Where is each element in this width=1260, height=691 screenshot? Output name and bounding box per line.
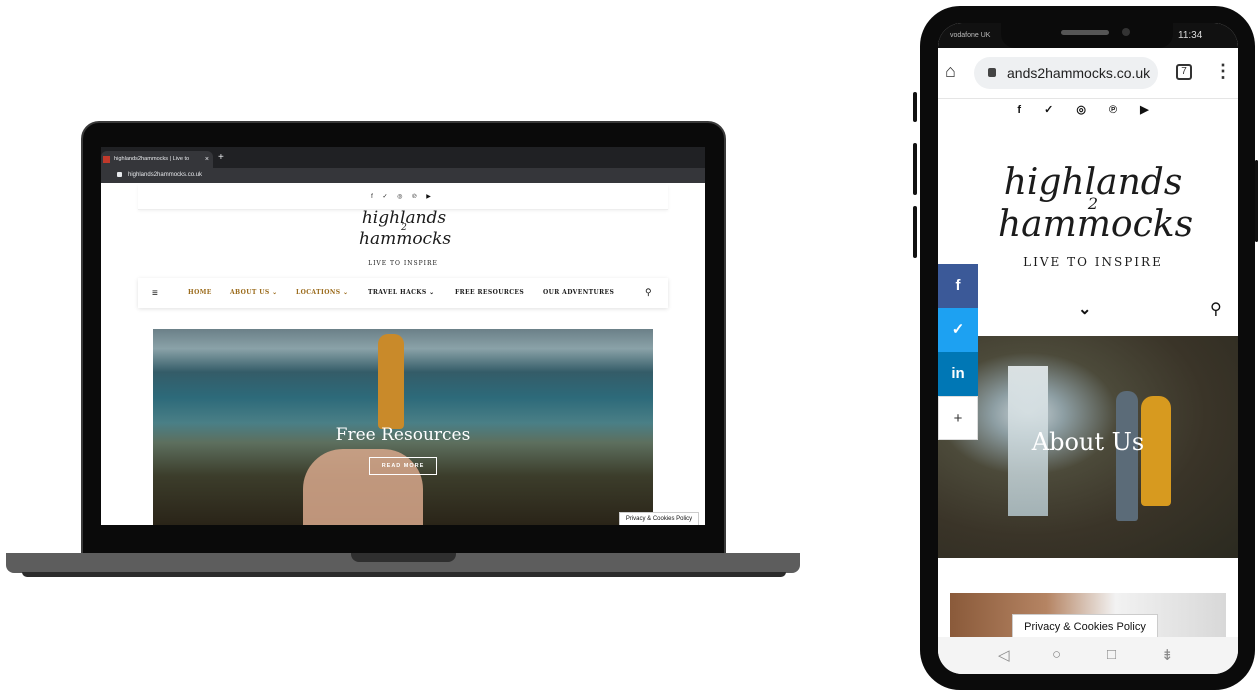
phone-notch <box>1001 23 1173 48</box>
overflow-menu-icon[interactable]: ⋮ <box>1214 61 1232 82</box>
url-field[interactable]: ands2hammocks.co.uk <box>974 57 1158 89</box>
phone-volume-up-button <box>913 143 917 195</box>
social-icons-bar[interactable]: f ✓ ◎ ℗ ▶ <box>938 103 1238 116</box>
home-icon[interactable]: ⌂ <box>945 61 956 82</box>
back-icon[interactable]: ◁ <box>998 646 1010 664</box>
clock-text: 11:34 <box>1178 30 1203 41</box>
laptop-browser-window: highlands2hammocks | Live to × + highlan… <box>101 147 705 525</box>
site-tagline: LIVE TO INSPIRE <box>368 260 438 267</box>
nav-item-about-us[interactable]: ABOUT US ⌄ <box>230 289 278 296</box>
nav-item-free-resources[interactable]: FREE RESOURCES <box>455 289 524 296</box>
address-bar[interactable]: highlands2hammocks.co.uk <box>101 168 705 183</box>
search-icon[interactable]: ⚲ <box>645 287 652 298</box>
lock-icon <box>988 68 996 77</box>
linkedin-share-button[interactable]: in <box>938 352 978 396</box>
laptop-base-shadow <box>22 572 786 577</box>
home-circle-icon[interactable]: ○ <box>1052 646 1061 663</box>
system-navigation-bar: ◁ ○ □ ⇟ <box>938 637 1238 674</box>
tab-count-button[interactable]: 7 <box>1176 64 1192 80</box>
hero-title: About Us <box>1031 428 1145 456</box>
close-tab-icon[interactable]: × <box>205 151 209 168</box>
new-tab-icon[interactable]: + <box>218 152 224 163</box>
more-share-button[interactable]: + <box>938 396 978 440</box>
lock-icon <box>117 172 122 177</box>
hero-slide[interactable]: Free Resources READ MORE <box>153 329 653 525</box>
site-tagline: LIVE TO INSPIRE <box>1023 255 1163 269</box>
front-camera <box>1122 28 1130 36</box>
cookie-policy-button[interactable]: Privacy & Cookies Policy <box>619 512 699 525</box>
mobile-navigation: ⌄ ⚲ <box>938 285 1238 335</box>
read-more-button[interactable]: READ MORE <box>369 457 437 475</box>
search-icon[interactable]: ⚲ <box>1210 299 1222 319</box>
hamburger-menu-icon[interactable]: ≡ <box>152 288 158 299</box>
tab-title: highlands2hammocks | Live to <box>114 156 190 162</box>
nav-item-home[interactable]: HOME <box>188 289 212 296</box>
hero-person-figure <box>1116 391 1138 521</box>
nav-item-locations[interactable]: LOCATIONS ⌄ <box>296 289 348 296</box>
social-icons-bar[interactable]: f ✓ ◎ ℗ ▶ <box>138 185 668 210</box>
phone-browser-screen: vodafone UK 11:34 ⌂ ands2hammocks.co.uk … <box>938 23 1238 674</box>
mobile-address-bar: ⌂ ands2hammocks.co.uk 7 ⋮ <box>938 48 1238 99</box>
main-navigation: ≡ HOME ABOUT US ⌄ LOCATIONS ⌄ TRAVEL HAC… <box>138 278 668 308</box>
carrier-label: vodafone UK <box>950 32 991 39</box>
url-text[interactable]: ands2hammocks.co.uk <box>1007 65 1150 81</box>
hero-person-figure <box>378 334 404 429</box>
site-favicon-icon <box>103 156 110 163</box>
phone-side-button <box>913 92 917 122</box>
share-sidebar: f ✓ in + <box>938 264 978 440</box>
url-text[interactable]: highlands2hammocks.co.uk <box>128 170 202 181</box>
hero-slide[interactable]: About Us <box>938 336 1238 558</box>
speaker-grille <box>1061 30 1109 35</box>
nav-item-travel-hacks[interactable]: TRAVEL HACKS ⌄ <box>368 289 435 296</box>
chevron-down-icon[interactable]: ⌄ <box>1078 299 1091 319</box>
phone-volume-down-button <box>913 206 917 258</box>
nav-item-our-adventures[interactable]: OUR ADVENTURES <box>543 289 614 296</box>
hero-title: Free Resources <box>335 425 471 445</box>
browser-tab-bar: highlands2hammocks | Live to × + <box>101 147 705 168</box>
site-logo[interactable]: highlands 2 hammocks <box>359 210 451 253</box>
laptop-notch <box>351 553 456 562</box>
phone-power-button <box>1255 160 1258 242</box>
site-logo[interactable]: highlands 2 hammocks <box>998 165 1193 256</box>
recent-apps-icon[interactable]: □ <box>1107 646 1116 663</box>
twitter-share-button[interactable]: ✓ <box>938 308 978 352</box>
notification-pulldown-icon[interactable]: ⇟ <box>1161 646 1174 664</box>
facebook-share-button[interactable]: f <box>938 264 978 308</box>
browser-tab[interactable]: highlands2hammocks | Live to × <box>101 151 213 168</box>
